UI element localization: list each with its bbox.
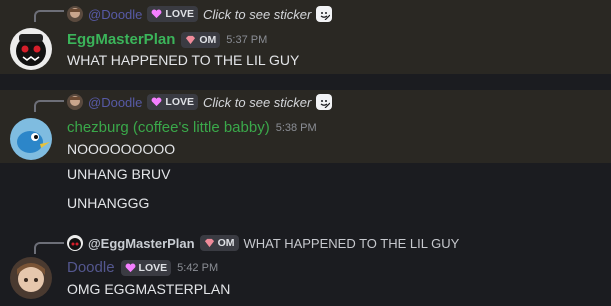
gem-icon [186,35,196,44]
role-tag-label: LOVE [138,261,168,274]
message-text: UNHANGGG [67,195,150,211]
author-name[interactable]: Doodle [67,259,115,276]
message-text: UNHANG BRUV [67,166,171,182]
timestamp: 5:38 PM [275,121,317,134]
reply-avatar[interactable] [67,6,83,22]
gem-icon [204,238,214,248]
reply-author[interactable]: @EggMasterPlan [88,236,195,251]
heart-icon [125,263,135,272]
message-header: EggMasterPlan OM 5:37 PM [67,31,267,48]
reply-role-tag: LOVE [147,94,198,110]
sticker-icon[interactable] [316,94,333,110]
reply-connector [34,100,64,112]
message-text: WHAT HAPPENED TO THE LIL GUY [67,52,300,68]
reply-preview[interactable]: @Doodle LOVE Click to see sticker [67,5,333,23]
reply-role-tag: OM [199,235,239,251]
role-tag-label: OM [199,33,217,46]
avatar[interactable] [10,257,52,299]
message-chezburg: @Doodle LOVE Click to see sticker chezbu… [0,90,611,163]
reply-preview[interactable]: @EggMasterPlan OM WHAT HAPPENED TO THE L… [67,234,459,252]
reply-connector [34,242,64,254]
reply-text[interactable]: Click to see sticker [203,7,311,22]
sticker-icon[interactable] [316,6,333,22]
heart-icon [151,9,162,19]
reply-tag-label: OM [217,237,235,249]
message-header: chezburg (coffee's little babby) 5:38 PM [67,119,317,136]
heart-icon [151,97,162,107]
author-name[interactable]: chezburg (coffee's little babby) [67,119,270,136]
role-tag: OM [181,31,221,48]
reply-tag-label: LOVE [165,96,194,108]
avatar[interactable] [10,28,52,70]
reply-author[interactable]: @Doodle [88,95,142,110]
reply-text[interactable]: WHAT HAPPENED TO THE LIL GUY [244,236,460,251]
reply-avatar[interactable] [67,94,83,110]
timestamp: 5:42 PM [177,261,219,274]
avatar[interactable] [10,118,52,160]
author-name[interactable]: EggMasterPlan [67,31,175,48]
timestamp: 5:37 PM [226,33,268,46]
reply-connector [34,10,64,22]
message-doodle: @EggMasterPlan OM WHAT HAPPENED TO THE L… [0,232,611,306]
reply-text[interactable]: Click to see sticker [203,95,311,110]
message-eggmasterplan: @Doodle LOVE Click to see sticker EggMas… [0,0,611,74]
reply-avatar[interactable] [67,235,83,251]
reply-author[interactable]: @Doodle [88,7,142,22]
message-text: OMG EGGMASTERPLAN [67,281,231,297]
reply-preview[interactable]: @Doodle LOVE Click to see sticker [67,93,333,111]
reply-tag-label: LOVE [165,8,194,20]
reply-role-tag: LOVE [147,6,198,22]
message-header: Doodle LOVE 5:42 PM [67,259,218,276]
role-tag: LOVE [120,259,172,276]
message-text: NOOOOOOOOO [67,141,176,157]
